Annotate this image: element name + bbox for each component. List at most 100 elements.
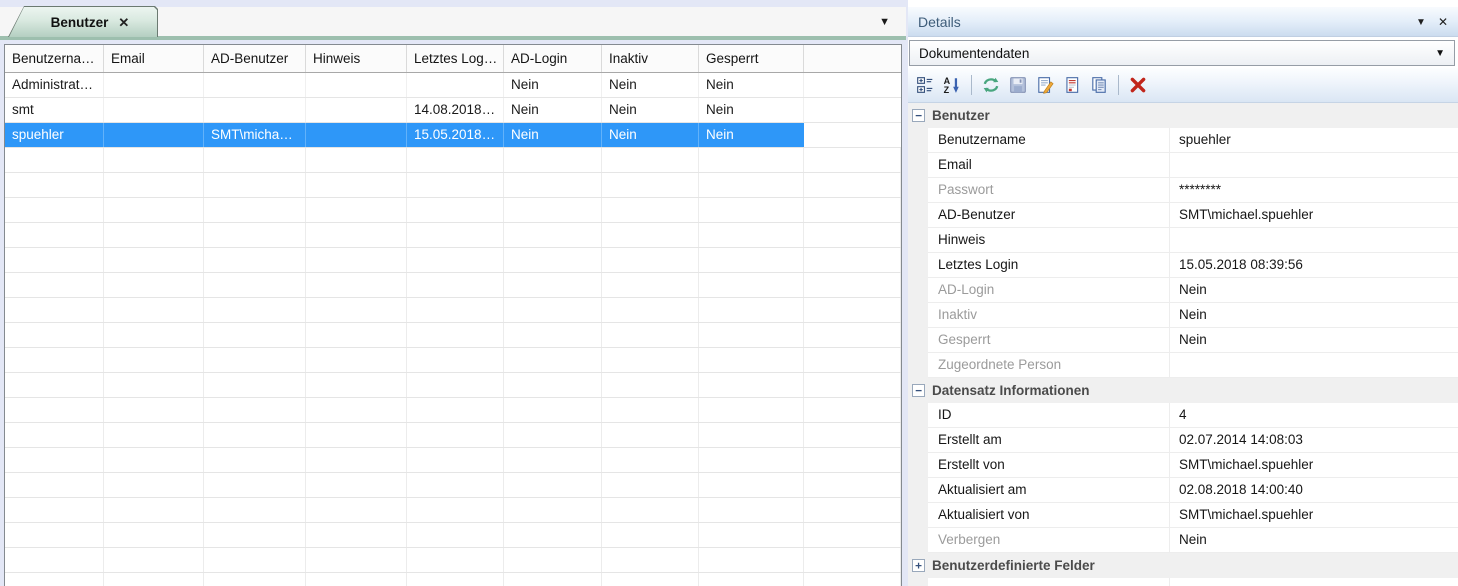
report-icon[interactable]	[1062, 75, 1082, 95]
table-row[interactable]: spuehlerSMT\micha…15.05.2018…NeinNeinNei…	[5, 123, 901, 148]
property-row[interactable]: Aktualisiert vonSMT\michael.spuehler	[908, 503, 1458, 528]
property-value[interactable]: SMT\michael.spuehler	[1170, 503, 1458, 528]
empty-cell	[699, 348, 804, 372]
property-label: Letztes Login	[928, 253, 1170, 278]
save-icon[interactable]	[1008, 75, 1028, 95]
empty-cell	[204, 473, 306, 497]
details-panel: Details ▼ ✕ Dokumentendaten ▼ A Z	[908, 0, 1458, 586]
property-row[interactable]: Letztes Login15.05.2018 08:39:56	[908, 253, 1458, 278]
property-row[interactable]: Hinweis	[908, 228, 1458, 253]
empty-cell	[5, 323, 104, 347]
details-view-dropdown[interactable]: Dokumentendaten ▼	[909, 40, 1455, 66]
column-header-3[interactable]: AD-Benutzer	[204, 45, 306, 72]
empty-cell	[306, 348, 407, 372]
empty-row	[5, 348, 901, 373]
empty-cell	[504, 248, 602, 272]
property-value[interactable]: Nein	[1170, 528, 1458, 553]
section-header-benutzer[interactable]: −Benutzer	[908, 103, 1458, 128]
empty-cell	[602, 273, 699, 297]
empty-cell	[5, 523, 104, 547]
empty-cell	[804, 573, 901, 586]
property-row[interactable]: Passwort********	[908, 178, 1458, 203]
property-value[interactable]	[1170, 353, 1458, 378]
collapse-icon[interactable]: −	[912, 384, 925, 397]
empty-cell	[602, 248, 699, 272]
property-value[interactable]: Nein	[1170, 278, 1458, 303]
column-header-2[interactable]: Email	[104, 45, 204, 72]
empty-cell	[602, 373, 699, 397]
empty-cell	[804, 273, 901, 297]
empty-cell	[504, 473, 602, 497]
tab-close-icon[interactable]: ✕	[118, 16, 129, 29]
property-label: Passwort	[928, 178, 1170, 203]
property-row[interactable]: Benutzernamespuehler	[908, 128, 1458, 153]
column-header-5[interactable]: Letztes Log…	[407, 45, 504, 72]
section-header-benutzerdefinierte-felder[interactable]: +Benutzerdefinierte Felder	[908, 553, 1458, 578]
property-value[interactable]: 02.07.2014 14:08:03	[1170, 428, 1458, 453]
property-row[interactable]: Email	[908, 153, 1458, 178]
property-value[interactable]: 15.05.2018 08:39:56	[1170, 253, 1458, 278]
property-value[interactable]	[1170, 153, 1458, 178]
table-row[interactable]: Administrat…NeinNeinNein	[5, 73, 901, 98]
empty-cell	[699, 398, 804, 422]
property-value[interactable]: spuehler	[1170, 128, 1458, 153]
cell: Nein	[602, 98, 699, 122]
empty-cell	[407, 523, 504, 547]
empty-cell	[407, 323, 504, 347]
tab-overflow-arrow-icon[interactable]: ▼	[879, 16, 890, 28]
empty-cell	[204, 173, 306, 197]
property-row[interactable]: Aktualisiert am02.08.2018 14:00:40	[908, 478, 1458, 503]
empty-cell	[804, 323, 901, 347]
column-header-9[interactable]	[804, 45, 901, 72]
column-header-4[interactable]: Hinweis	[306, 45, 407, 72]
categorized-icon[interactable]	[915, 75, 935, 95]
panel-close-icon[interactable]: ✕	[1438, 16, 1448, 28]
property-row[interactable]: ID4	[908, 403, 1458, 428]
tab-benutzer[interactable]: Benutzer ✕	[8, 6, 158, 37]
column-header-8[interactable]: Gesperrt	[699, 45, 804, 72]
empty-cell	[407, 573, 504, 586]
property-row[interactable]: InaktivNein	[908, 303, 1458, 328]
copy-icon[interactable]	[1089, 75, 1109, 95]
row-gutter	[908, 403, 928, 428]
delete-icon[interactable]	[1128, 75, 1148, 95]
sort-alphabetical-icon[interactable]: A Z	[942, 75, 962, 95]
empty-cell	[204, 298, 306, 322]
refresh-icon[interactable]	[981, 75, 1001, 95]
collapse-icon[interactable]: −	[912, 109, 925, 122]
empty-cell	[602, 198, 699, 222]
column-header-6[interactable]: AD-Login	[504, 45, 602, 72]
column-header-7[interactable]: Inaktiv	[602, 45, 699, 72]
property-row[interactable]: Erstellt am02.07.2014 14:08:03	[908, 428, 1458, 453]
user-grid-body: Administrat…NeinNeinNeinsmt14.08.2018…Ne…	[5, 73, 901, 586]
cell: Nein	[504, 73, 602, 97]
empty-cell	[407, 298, 504, 322]
empty-cell	[104, 398, 204, 422]
property-value[interactable]	[1170, 228, 1458, 253]
panel-menu-icon[interactable]: ▼	[1416, 16, 1426, 28]
empty-cell	[504, 423, 602, 447]
cell	[104, 98, 204, 122]
property-row[interactable]: VerbergenNein	[908, 528, 1458, 553]
property-label: Aktualisiert am	[928, 478, 1170, 503]
section-header-datensatz-informationen[interactable]: −Datensatz Informationen	[908, 378, 1458, 403]
empty-row	[5, 298, 901, 323]
property-row[interactable]: Erstellt vonSMT\michael.spuehler	[908, 453, 1458, 478]
column-header-1[interactable]: Benutzerna…	[5, 45, 104, 72]
property-row[interactable]: AD-BenutzerSMT\michael.spuehler	[908, 203, 1458, 228]
property-value[interactable]: Nein	[1170, 303, 1458, 328]
property-value[interactable]: 4	[1170, 403, 1458, 428]
property-row[interactable]: AD-LoginNein	[908, 278, 1458, 303]
empty-cell	[306, 223, 407, 247]
empty-row	[5, 223, 901, 248]
property-row[interactable]: Zugeordnete Person	[908, 353, 1458, 378]
property-row[interactable]: GesperrtNein	[908, 328, 1458, 353]
expand-icon[interactable]: +	[912, 559, 925, 572]
property-value[interactable]: 02.08.2018 14:00:40	[1170, 478, 1458, 503]
property-value[interactable]: SMT\michael.spuehler	[1170, 203, 1458, 228]
property-value[interactable]: Nein	[1170, 328, 1458, 353]
property-value[interactable]: ********	[1170, 178, 1458, 203]
property-value[interactable]: SMT\michael.spuehler	[1170, 453, 1458, 478]
table-row[interactable]: smt14.08.2018…NeinNeinNein	[5, 98, 901, 123]
edit-icon[interactable]	[1035, 75, 1055, 95]
